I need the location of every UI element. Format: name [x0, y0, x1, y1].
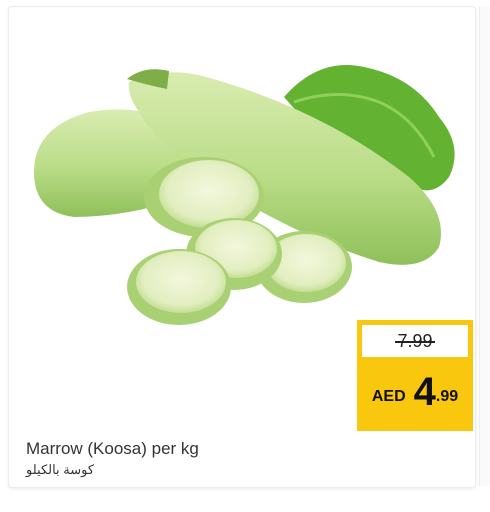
price-tag: 7.99 AED 4 .99	[357, 320, 473, 431]
next-card-edge	[479, 6, 490, 486]
old-price: 7.99	[395, 330, 435, 351]
product-card[interactable]: 7.99 AED 4 .99 Marrow (Koosa) per kg كوس…	[8, 6, 476, 488]
price-integer: 4	[413, 370, 436, 414]
zucchini-image	[34, 65, 455, 325]
product-name-english[interactable]: Marrow (Koosa) per kg	[26, 439, 199, 459]
old-price-box: 7.99	[362, 325, 468, 357]
currency-label: AED	[371, 388, 406, 405]
product-name-arabic: كوسة بالكيلو	[26, 462, 95, 477]
price-decimal: .99	[435, 388, 459, 405]
new-price: AED 4 .99	[357, 372, 473, 412]
